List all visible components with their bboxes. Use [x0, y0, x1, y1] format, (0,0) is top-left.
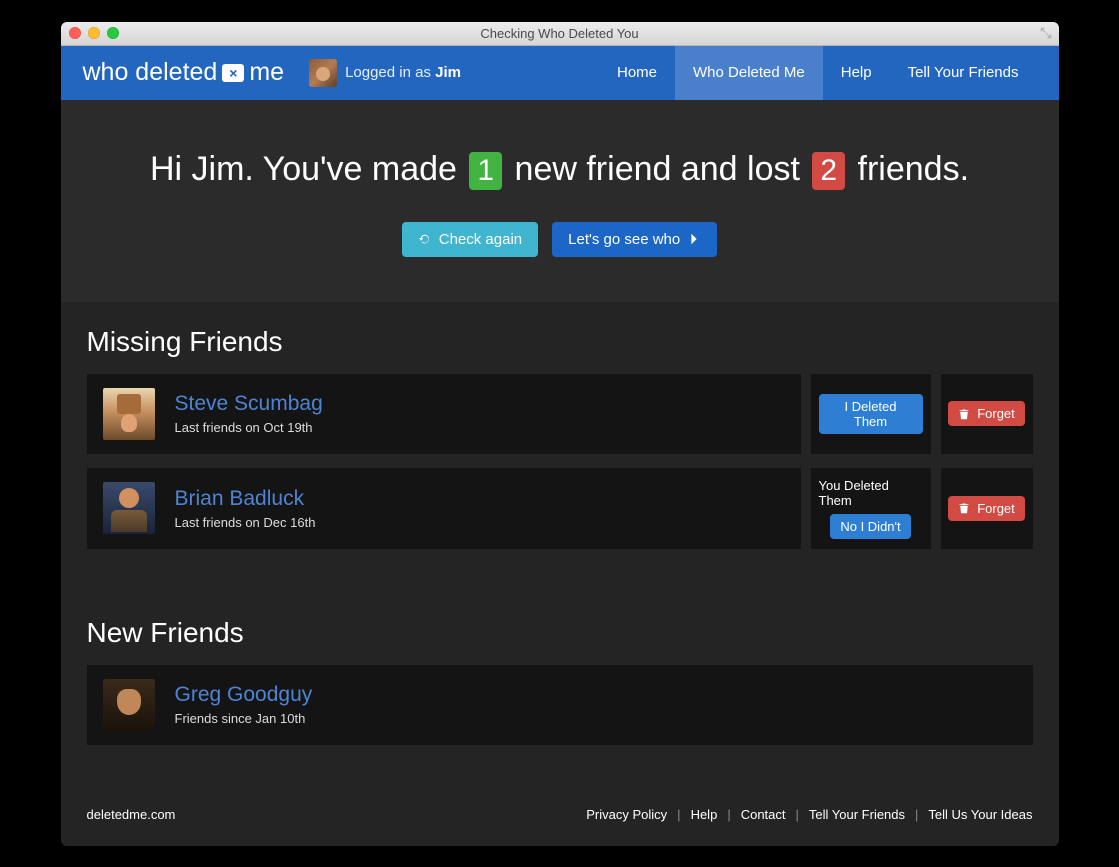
trash-icon — [958, 502, 970, 514]
footer-links: Privacy Policy | Help | Contact | Tell Y… — [586, 807, 1032, 822]
footer-tell-friends-link[interactable]: Tell Your Friends — [809, 807, 905, 822]
nav-home[interactable]: Home — [599, 46, 675, 100]
window-title: Checking Who Deleted You — [61, 26, 1059, 41]
friend-avatar[interactable] — [103, 388, 155, 440]
brand-x-icon: × — [222, 64, 244, 82]
user-avatar[interactable] — [309, 59, 337, 87]
friend-card: Brian Badluck Last friends on Dec 16th — [87, 468, 801, 549]
trash-icon — [958, 408, 970, 420]
friend-avatar[interactable] — [103, 679, 155, 731]
friend-action-box: You Deleted Them No I Didn't — [811, 468, 931, 549]
new-friend-row: Greg Goodguy Friends since Jan 10th — [87, 665, 1033, 745]
missing-friends-title: Missing Friends — [87, 326, 1033, 358]
footer-privacy-link[interactable]: Privacy Policy — [586, 807, 667, 822]
missing-friend-row: Brian Badluck Last friends on Dec 16th Y… — [87, 468, 1033, 549]
friend-name-link[interactable]: Brian Badluck — [175, 487, 316, 511]
see-who-button[interactable]: Let's go see who — [552, 222, 717, 257]
footer-help-link[interactable]: Help — [691, 807, 718, 822]
no-i-didnt-button[interactable]: No I Didn't — [830, 514, 910, 539]
check-again-button[interactable]: Check again — [402, 222, 538, 257]
lost-friends-count-badge: 2 — [812, 152, 845, 190]
new-friends-count-badge: 1 — [469, 152, 502, 190]
login-text: Logged in as Jim — [345, 64, 461, 81]
friend-name-link[interactable]: Steve Scumbag — [175, 392, 323, 416]
nav-who-deleted-me[interactable]: Who Deleted Me — [675, 46, 823, 100]
friend-card: Steve Scumbag Last friends on Oct 19th — [87, 374, 801, 454]
friend-forget-box: Forget — [941, 374, 1033, 454]
footer-contact-link[interactable]: Contact — [741, 807, 786, 822]
brand-text-2: me — [249, 58, 284, 87]
login-status: Logged in as Jim — [309, 59, 461, 87]
refresh-icon — [418, 232, 432, 246]
friend-card: Greg Goodguy Friends since Jan 10th — [87, 665, 1033, 745]
close-window-button[interactable] — [69, 27, 81, 39]
friend-subtext: Last friends on Oct 19th — [175, 420, 323, 435]
footer-domain: deletedme.com — [87, 807, 176, 822]
friend-subtext: Last friends on Dec 16th — [175, 515, 316, 530]
new-friends-section: New Friends Greg Goodguy Friends since J… — [61, 593, 1059, 789]
hero-headline: Hi Jim. You've made 1 new friend and los… — [91, 150, 1029, 190]
brand-text-1: who deleted — [83, 58, 218, 87]
i-deleted-them-button[interactable]: I Deleted Them — [819, 394, 923, 434]
nav-tell-friends[interactable]: Tell Your Friends — [890, 46, 1037, 100]
titlebar: Checking Who Deleted You — [61, 22, 1059, 46]
minimize-window-button[interactable] — [88, 27, 100, 39]
nav-help[interactable]: Help — [823, 46, 890, 100]
new-friends-title: New Friends — [87, 617, 1033, 649]
footer: deletedme.com Privacy Policy | Help | Co… — [61, 789, 1059, 846]
window-controls — [69, 27, 119, 39]
missing-friends-section: Missing Friends Steve Scumbag Last frien… — [61, 302, 1059, 593]
navbar: who deleted × me Logged in as Jim Home W… — [61, 46, 1059, 100]
app-window: Checking Who Deleted You who deleted × m… — [61, 22, 1059, 846]
friend-action-box: I Deleted Them — [811, 374, 931, 454]
zoom-window-button[interactable] — [107, 27, 119, 39]
brand-logo[interactable]: who deleted × me — [83, 58, 285, 87]
login-username: Jim — [435, 64, 461, 81]
hero: Hi Jim. You've made 1 new friend and los… — [61, 100, 1059, 302]
forget-button[interactable]: Forget — [948, 496, 1025, 521]
chevron-right-icon — [687, 232, 701, 246]
friend-forget-box: Forget — [941, 468, 1033, 549]
missing-friend-row: Steve Scumbag Last friends on Oct 19th I… — [87, 374, 1033, 454]
footer-ideas-link[interactable]: Tell Us Your Ideas — [928, 807, 1032, 822]
fullscreen-icon[interactable] — [1039, 26, 1053, 40]
friend-avatar[interactable] — [103, 482, 155, 534]
friend-name-link[interactable]: Greg Goodguy — [175, 683, 313, 707]
friend-subtext: Friends since Jan 10th — [175, 711, 313, 726]
deletion-status-text: You Deleted Them — [819, 478, 923, 508]
forget-button[interactable]: Forget — [948, 401, 1025, 426]
